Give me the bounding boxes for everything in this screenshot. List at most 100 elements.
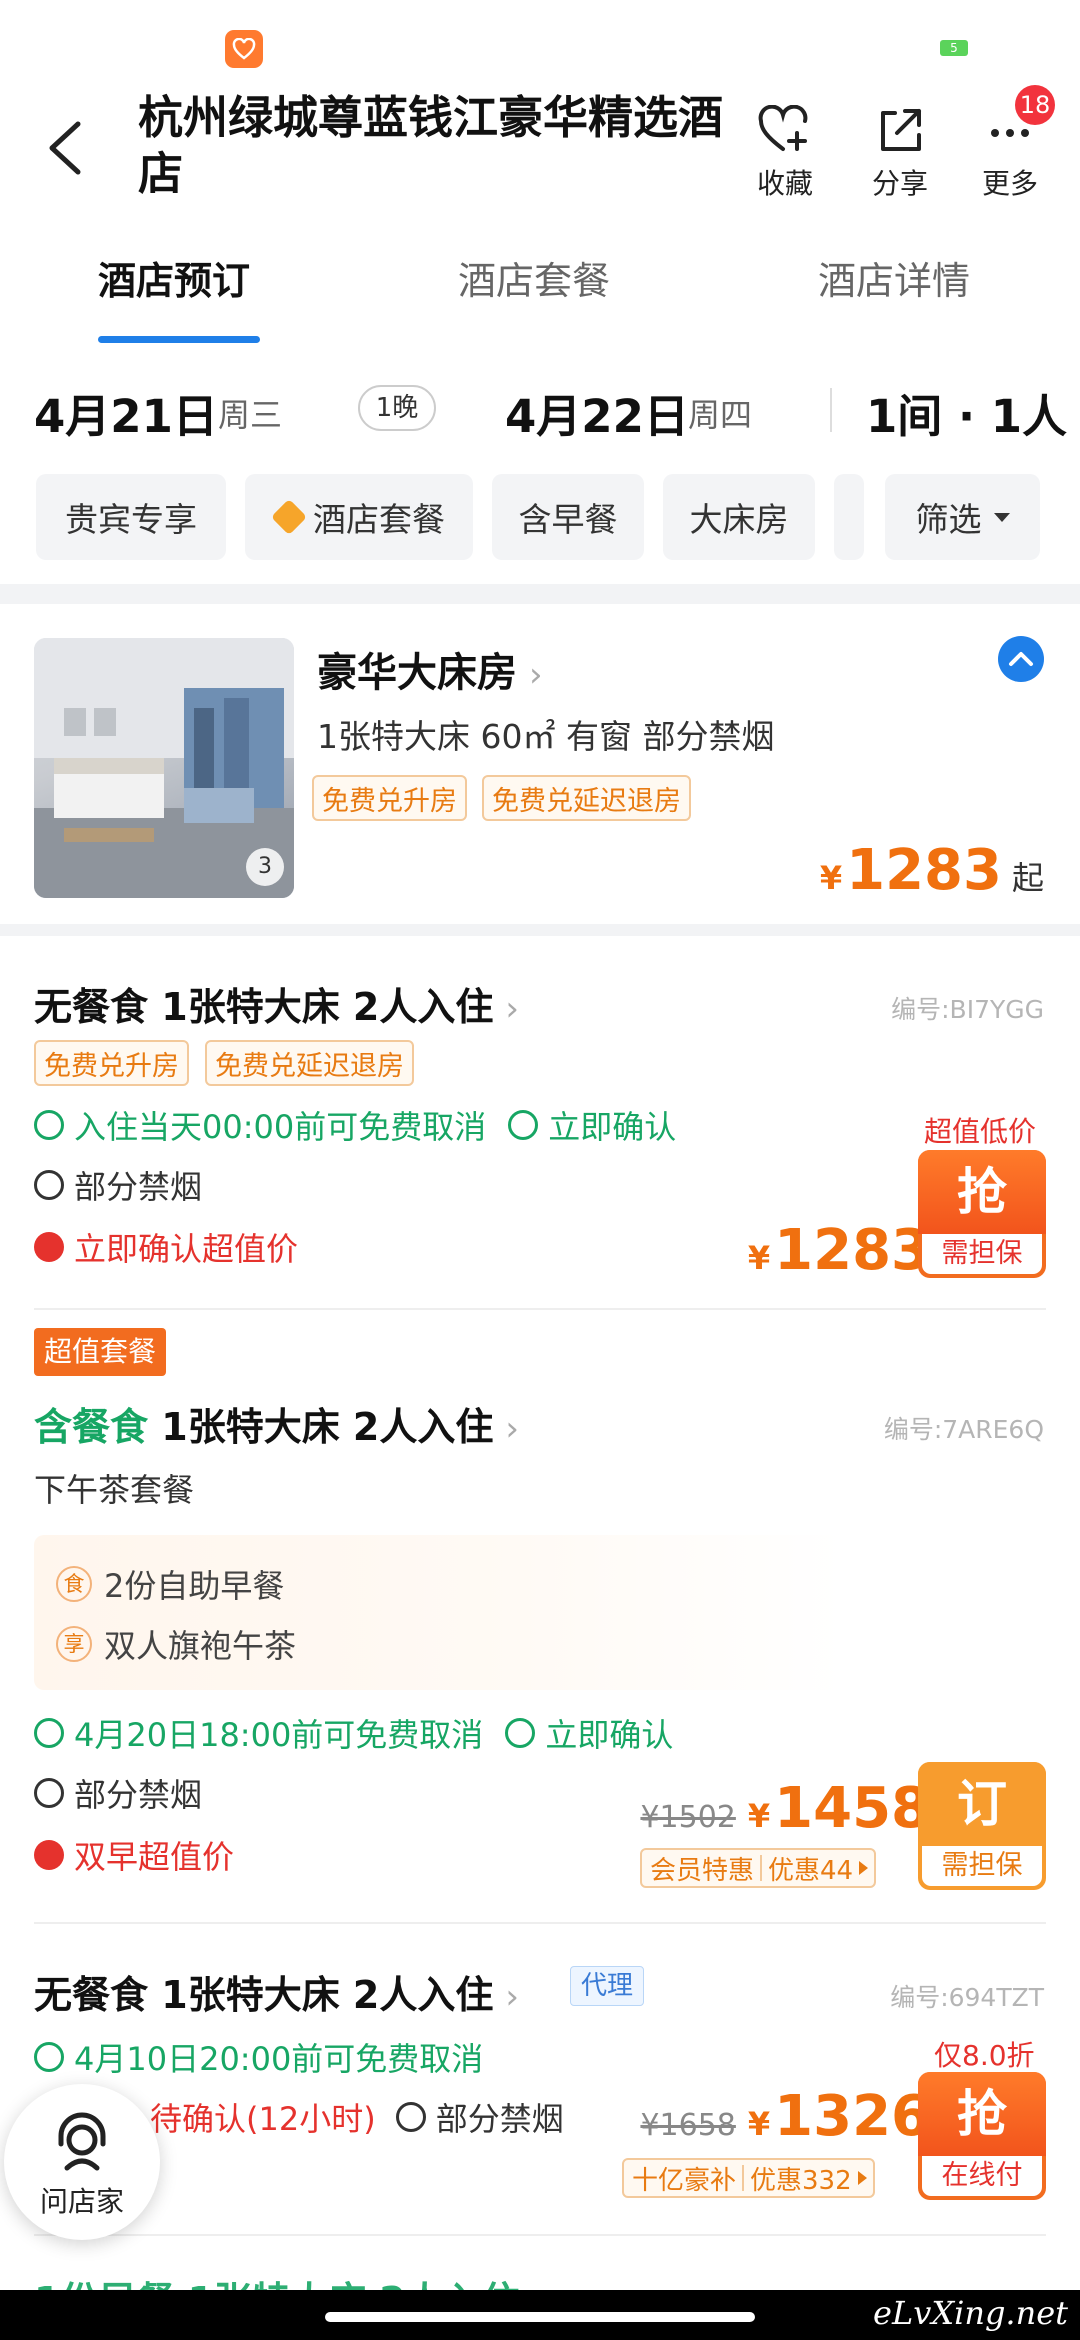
book-button[interactable]: 订 需担保 bbox=[918, 1762, 1046, 1890]
cancel-text: 入住当天00:00前可免费取消 bbox=[74, 1108, 487, 1146]
confirm-text: 立即确认 bbox=[545, 1716, 674, 1754]
enjoy-icon: 享 bbox=[56, 1626, 92, 1662]
rate-code: 编号:BI7YGG bbox=[891, 995, 1044, 1024]
favorite-label: 收藏 bbox=[756, 167, 813, 200]
back-button[interactable] bbox=[40, 118, 90, 178]
price-value: 1283 bbox=[774, 1218, 930, 1283]
perk-upgrade: 免费兑升房 bbox=[34, 1040, 189, 1086]
rate-title[interactable]: 无餐食 1张特大床 2人入住 › bbox=[34, 976, 519, 1031]
triangle-right-icon bbox=[859, 1861, 869, 1875]
promo-icon bbox=[34, 1232, 64, 1262]
rate-title-text: 1张特大床 2人入住 bbox=[161, 1973, 494, 2017]
rate-price: ¥1502 ¥ 1458 bbox=[640, 1776, 930, 1841]
ask-hotel-button[interactable]: 问店家 bbox=[4, 2084, 160, 2240]
smoking-policy: 部分禁烟 bbox=[34, 1770, 202, 1816]
filter-chip-package[interactable]: 酒店套餐 bbox=[245, 474, 473, 560]
collapse-button[interactable] bbox=[998, 636, 1044, 682]
section-separator bbox=[0, 584, 1080, 604]
package-contents: 食 2份自助早餐 享双人旗袍午茶 bbox=[34, 1535, 844, 1690]
filter-button[interactable]: 筛选 bbox=[885, 474, 1040, 560]
lightning-icon bbox=[508, 1110, 539, 1140]
room-photo[interactable]: 3 bbox=[34, 638, 294, 898]
date-selector[interactable]: 4月21日 周三 1晚 4月22日 周四 1间 · 1人 bbox=[0, 370, 1080, 460]
confirm-text: 立即确认 bbox=[548, 1108, 677, 1146]
rate-price: ¥1658 ¥ 1326 bbox=[640, 2084, 930, 2149]
currency-symbol: ¥ bbox=[747, 1239, 771, 1277]
battery-icon: 5 bbox=[940, 40, 968, 56]
divider bbox=[830, 388, 832, 432]
cancel-text: 4月20日18:00前可免费取消 bbox=[74, 1716, 484, 1754]
check-circle-icon bbox=[34, 2042, 64, 2072]
filter-chip-breakfast[interactable]: 含早餐 bbox=[492, 474, 644, 560]
notification-badge: 18 bbox=[1015, 85, 1055, 125]
lightning-icon bbox=[505, 1718, 536, 1748]
filter-chip-package-label: 酒店套餐 bbox=[313, 500, 445, 539]
original-price: ¥1658 bbox=[640, 2108, 736, 2143]
promo-text: 双早超值价 bbox=[74, 1838, 235, 1876]
promo-icon bbox=[34, 1840, 64, 1870]
checkin-date[interactable]: 4月21日 bbox=[34, 380, 218, 445]
share-icon bbox=[881, 109, 921, 151]
tab-hotel-booking[interactable]: 酒店预订 bbox=[98, 250, 250, 305]
rate-subtitle: 下午茶套餐 bbox=[34, 1471, 195, 1509]
smoking-text: 部分禁烟 bbox=[435, 2100, 564, 2138]
book-button[interactable]: 抢 需担保 bbox=[918, 1150, 1046, 1278]
promo-line: 双早超值价 bbox=[34, 1832, 234, 1878]
filter-chip-vip[interactable]: 贵宾专享 bbox=[36, 474, 226, 560]
photo-count-badge: 3 bbox=[246, 848, 284, 886]
separator bbox=[760, 1855, 763, 1881]
no-smoking-icon bbox=[395, 2102, 426, 2132]
smoking-text: 部分禁烟 bbox=[74, 1168, 203, 1206]
promo-line: 立即确认超值价 bbox=[34, 1224, 298, 1270]
package-item: 享双人旗袍午茶 bbox=[56, 1621, 296, 1667]
header: 杭州绿城尊蓝钱江豪华精选酒店 收藏 分享 更多 bbox=[0, 80, 1080, 210]
book-button[interactable]: 抢 在线付 bbox=[918, 2072, 1046, 2200]
heart-app-icon bbox=[225, 30, 263, 68]
rate-title-text: 1张特大床 2人入住 bbox=[161, 985, 494, 1029]
confirm-wait: 待确认(12小时) 部分禁烟 bbox=[150, 2094, 564, 2140]
discount-type: 会员特惠 bbox=[650, 1855, 755, 1886]
rate-meal: 无餐食 bbox=[34, 985, 149, 1029]
filter-chip-overflow[interactable] bbox=[834, 474, 864, 560]
room-starting-price: ¥ 1283 起 bbox=[820, 838, 1044, 903]
tab-bar: 酒店预订 酒店套餐 酒店详情 bbox=[0, 240, 1080, 350]
checkin-weekday: 周三 bbox=[218, 396, 283, 434]
room-name[interactable]: 豪华大床房 › bbox=[317, 640, 543, 698]
package-item-text: 双人旗袍午茶 bbox=[104, 1627, 297, 1665]
divider bbox=[34, 1922, 1046, 1924]
agent-tag: 代理 bbox=[570, 1966, 645, 2006]
chevron-up-icon bbox=[1009, 652, 1033, 666]
book-button-sub: 需担保 bbox=[922, 1846, 1042, 1886]
chevron-left-icon bbox=[49, 121, 81, 175]
book-button-main: 抢 bbox=[918, 2072, 1046, 2156]
discount-amount: 优惠332 bbox=[750, 2165, 852, 2196]
hotel-title: 杭州绿城尊蓝钱江豪华精选酒店 bbox=[138, 91, 724, 200]
discount-tag[interactable]: 十亿豪补 优惠332 bbox=[622, 2158, 875, 2198]
rooms-people-selector[interactable]: 1间 · 1人 bbox=[866, 380, 1067, 445]
active-tab-indicator bbox=[98, 336, 260, 343]
more-label: 更多 bbox=[981, 167, 1038, 200]
share-button[interactable]: 分享 bbox=[855, 100, 945, 202]
status-bar: 5 bbox=[0, 0, 1080, 80]
package-item: 食 2份自助早餐 bbox=[56, 1561, 284, 1607]
favorite-button[interactable]: 收藏 bbox=[740, 100, 830, 202]
currency-symbol: ¥ bbox=[819, 859, 843, 897]
home-indicator[interactable] bbox=[325, 2312, 755, 2322]
price-value: 1283 bbox=[846, 838, 1002, 903]
checkout-date[interactable]: 4月22日 bbox=[505, 380, 689, 445]
rate-code: 编号:7ARE6Q bbox=[883, 1415, 1044, 1444]
deal-label: 仅8.0折 bbox=[934, 2039, 1035, 2072]
divider bbox=[34, 2234, 1046, 2236]
price-suffix: 起 bbox=[1011, 859, 1044, 897]
checkout-weekday: 周四 bbox=[688, 396, 753, 434]
ask-hotel-label: 问店家 bbox=[39, 2185, 124, 2218]
filter-chip-king-bed[interactable]: 大床房 bbox=[663, 474, 815, 560]
rate-title[interactable]: 无餐食 1张特大床 2人入住 › bbox=[34, 1964, 519, 2019]
discount-tag[interactable]: 会员特惠 优惠44 bbox=[640, 1848, 877, 1888]
tab-hotel-package[interactable]: 酒店套餐 bbox=[458, 250, 610, 305]
currency-symbol: ¥ bbox=[747, 2105, 771, 2143]
tab-hotel-details[interactable]: 酒店详情 bbox=[818, 250, 970, 305]
perk-upgrade: 免费兑升房 bbox=[312, 775, 467, 821]
rate-title[interactable]: 含餐食 1张特大床 2人入住 › bbox=[34, 1396, 519, 1451]
room-name-text: 豪华大床房 bbox=[317, 650, 517, 696]
